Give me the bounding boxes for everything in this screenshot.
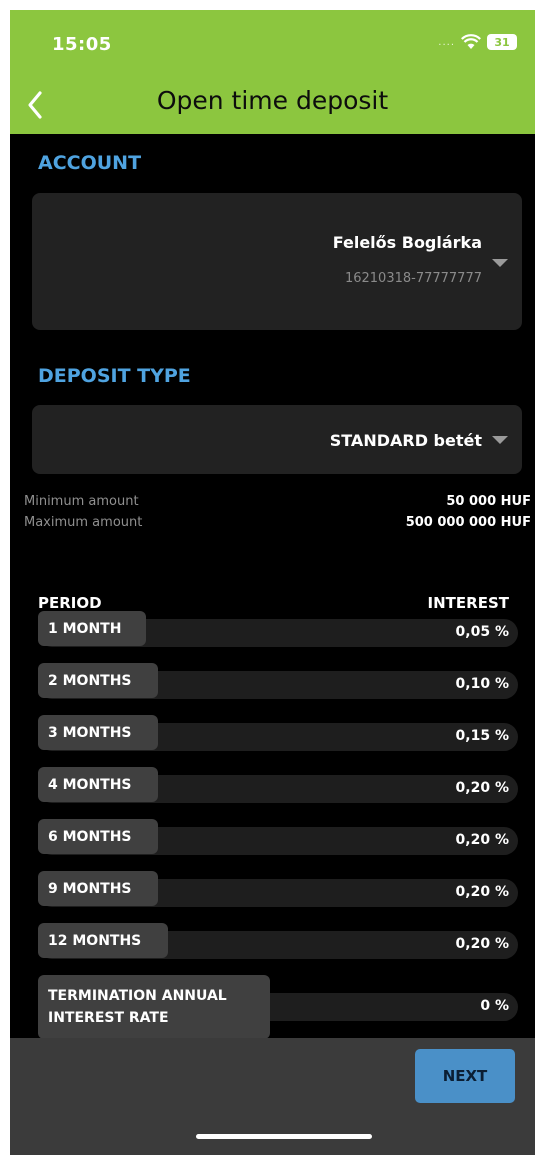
deposit-type-value: STANDARD betét xyxy=(329,431,482,450)
interest-rate: 0,20 % xyxy=(455,884,509,900)
period-chip: 4 MONTHS xyxy=(38,767,158,802)
deposit-type-section-label: DEPOSIT TYPE xyxy=(38,365,191,387)
period-chip: 12 MONTHS xyxy=(38,923,168,958)
battery-icon: 31 xyxy=(487,34,517,50)
signal-icon: .... xyxy=(438,36,455,48)
status-time: 15:05 xyxy=(52,34,112,55)
interest-rate: 0,15 % xyxy=(455,728,509,744)
home-indicator[interactable] xyxy=(196,1134,372,1139)
period-chip: TERMINATION ANNUAL INTEREST RATE xyxy=(38,975,270,1039)
deposit-type-selector[interactable]: STANDARD betét xyxy=(32,405,522,474)
status-indicators: .... 31 xyxy=(438,34,517,50)
period-column-header: PERIOD xyxy=(38,594,102,612)
period-chip: 3 MONTHS xyxy=(38,715,158,750)
period-chip: 2 MONTHS xyxy=(38,663,158,698)
interest-rate: 0,05 % xyxy=(455,624,509,640)
account-holder-name: Felelős Boglárka xyxy=(332,233,482,252)
interest-rate: 0,10 % xyxy=(455,676,509,692)
maximum-amount-label: Maximum amount xyxy=(24,515,143,530)
account-selector[interactable]: Felelős Boglárka 16210318-77777777 xyxy=(32,193,522,330)
phone-screen: 15:05 .... 31 Open time deposit ACCOUNT … xyxy=(10,10,535,1155)
wifi-icon xyxy=(461,34,481,49)
period-chip: 1 MONTH xyxy=(38,611,146,646)
page-title: Open time deposit xyxy=(156,86,389,115)
interest-rate: 0,20 % xyxy=(455,780,509,796)
interest-column-header: INTEREST xyxy=(427,594,509,612)
app-header: 15:05 .... 31 Open time deposit xyxy=(10,10,535,134)
dropdown-caret-icon xyxy=(492,436,508,444)
account-number: 16210318-77777777 xyxy=(344,271,482,286)
interest-rate: 0,20 % xyxy=(455,936,509,952)
interest-rate: 0,20 % xyxy=(455,832,509,848)
maximum-amount-value: 500 000 000 HUF xyxy=(405,515,531,530)
next-button[interactable]: NEXT xyxy=(415,1049,515,1103)
minimum-amount-value: 50 000 HUF xyxy=(446,494,531,509)
period-chip: 9 MONTHS xyxy=(38,871,158,906)
minimum-amount-label: Minimum amount xyxy=(24,494,139,509)
account-section-label: ACCOUNT xyxy=(38,152,142,174)
interest-rate: 0 % xyxy=(480,998,509,1014)
dropdown-caret-icon xyxy=(492,259,508,267)
period-chip: 6 MONTHS xyxy=(38,819,158,854)
